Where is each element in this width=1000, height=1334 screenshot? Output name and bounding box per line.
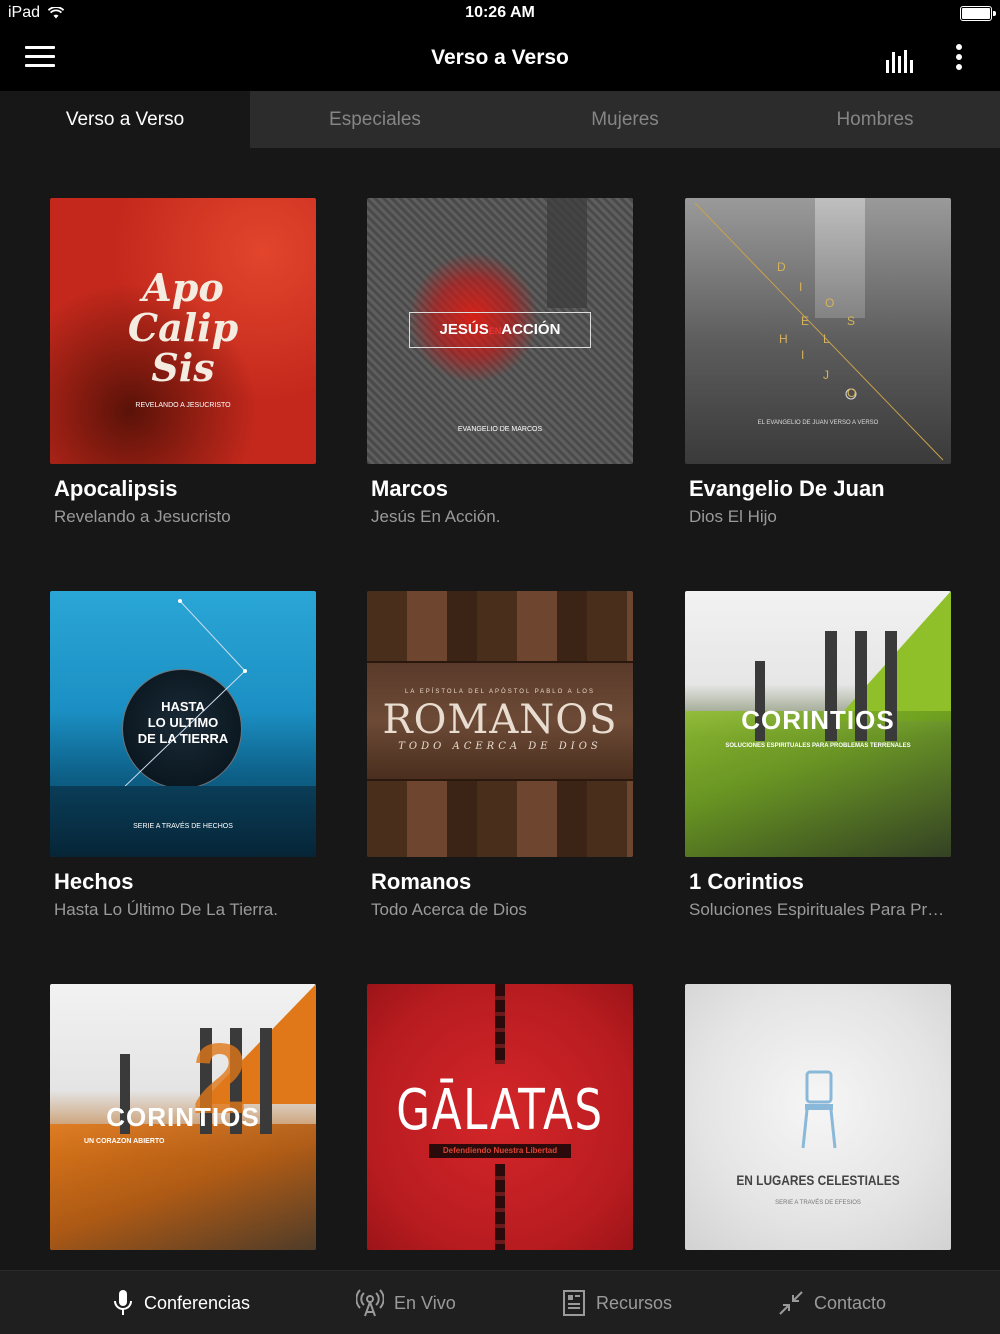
cover-text-line: ACCIÓN [501,321,561,338]
tab-mujeres[interactable]: Mujeres [500,91,750,148]
cover-text-line: EN [488,326,502,336]
tab-verso-a-verso[interactable]: Verso a Verso [0,91,250,148]
series-subtitle: Dios El Hijo [689,507,777,526]
cover-letter: O [847,386,857,400]
bottom-tab-bar: Conferencias En Vivo Recursos Contacto [0,1270,1000,1334]
cover-letter: D [777,260,786,274]
status-bar: iPad 10:26 AM [0,0,1000,28]
series-title: Marcos [371,476,449,501]
series-card-efesios[interactable]: EN LUGARES CELESTIALES SERIE A TRAVÉS DE… [685,984,951,1250]
nav-label: Contacto [814,1292,887,1313]
series-title: 1 Corintios [689,869,804,894]
cover-text-line: CORINTIOS [106,1102,260,1132]
cover-caption: Defendiendo Nuestra Libertad [429,1144,571,1158]
cover-letter: I [799,280,803,294]
series-subtitle: Hasta Lo Último De La Tierra. [54,900,278,919]
category-tabs: Verso a Verso Especiales Mujeres Hombres [0,91,1000,148]
cover-letter: I [801,348,805,362]
cover-apocalipsis: Apo Calip Sis REVELANDO A JESUCRISTO [50,198,316,464]
cover-text-line: GĀLATAS [396,1078,604,1143]
cover-letter: J [823,368,829,382]
cover-caption: SERIE A TRAVÉS DE EFESIOS [775,1200,861,1206]
equalizer-icon [886,50,913,73]
series-title: Evangelio De Juan [689,476,885,501]
cover-1-corintios: CORINTIOS SOLUCIONES ESPIRITUALES PARA P… [685,591,951,857]
series-subtitle: Jesús En Acción. [371,507,501,526]
tab-especiales[interactable]: Especiales [250,91,500,148]
nav-recursos[interactable]: Recursos [562,1271,672,1334]
cover-text-line: Sis [151,345,215,390]
nav-conferencias[interactable]: Conferencias [112,1271,250,1334]
series-grid: Apo Calip Sis REVELANDO A JESUCRISTO Apo… [0,148,1000,1270]
cover-marcos: JESÚSENACCIÓN EVANGELIO DE MARCOS [367,198,633,464]
cover-caption: REVELANDO A JESUCRISTO [135,402,231,409]
cover-hechos: HASTA LO ULTIMO DE LA TIERRA SERIE A TRA… [50,591,316,857]
nav-label: Conferencias [144,1292,251,1313]
cover-caption: UN CORAZON ABIERTO [84,1138,165,1145]
series-subtitle: Todo Acerca de Dios [371,900,527,919]
series-card-2-corintios[interactable]: 2 CORINTIOS UN CORAZON ABIERTO [50,984,316,1250]
broadcast-icon [356,1289,384,1317]
cover-text-line: TODO ACERCA DE DIOS [398,741,602,752]
equalizer-button[interactable] [884,48,918,74]
nav-label: Recursos [596,1292,673,1313]
nav-en-vivo[interactable]: En Vivo [356,1271,456,1334]
cover-evangelio-de-juan: D I O S E L H I J O EL EVANGELIO DE JUAN… [685,198,951,464]
cover-text-line: ROMANOS [382,697,618,743]
cover-letter: L [823,332,830,346]
cover-caption: EL EVANGELIO DE JUAN VERSO A VERSO [757,420,879,426]
series-card-marcos[interactable]: JESÚSENACCIÓN EVANGELIO DE MARCOS Marcos… [367,198,633,527]
series-card-evangelio-de-juan[interactable]: D I O S E L H I J O EL EVANGELIO DE JUAN… [685,198,951,527]
nav-label: En Vivo [394,1292,456,1313]
more-options-button[interactable] [948,44,970,74]
series-title: Romanos [371,869,472,894]
tab-hombres[interactable]: Hombres [750,91,1000,148]
cover-letter: S [847,314,856,328]
cover-caption: SERIE A TRAVÉS DE HECHOS [133,823,233,830]
cover-text-line: Apo [142,265,224,310]
series-card-romanos[interactable]: LA EPÍSTOLA DEL APÓSTOL PABLO A LOS ROMA… [367,591,633,920]
status-time: 10:26 AM [465,4,535,21]
cover-caption: SOLUCIONES ESPIRITUALES PARA PROBLEMAS T… [725,743,911,749]
series-title: Apocalipsis [54,476,178,501]
cover-text-line: Calip [127,305,239,350]
series-card-1-corintios[interactable]: CORINTIOS SOLUCIONES ESPIRITUALES PARA P… [685,591,951,920]
cover-caption: EVANGELIO DE MARCOS [457,426,543,433]
chair-illustration [801,1070,837,1149]
nav-contacto[interactable]: Contacto [778,1271,886,1334]
newspaper-icon [563,1290,585,1316]
page-title: Verso a Verso [431,46,569,69]
cover-text-line: EN LUGARES CELESTIALES [736,1172,900,1188]
cover-2-corintios: 2 CORINTIOS UN CORAZON ABIERTO [50,984,316,1250]
series-card-apocalipsis[interactable]: Apo Calip Sis REVELANDO A JESUCRISTO Apo… [50,198,316,527]
cover-text-line: DE LA TIERRA [137,731,229,746]
cover-text-line: HASTA [161,699,205,714]
cover-letter: O [825,296,835,310]
contact-arrows-icon [779,1291,803,1315]
cover-text-line: LO ULTIMO [147,715,219,730]
microphone-icon [114,1290,132,1315]
cover-letter: H [779,332,788,346]
cover-efesios: EN LUGARES CELESTIALES SERIE A TRAVÉS DE… [685,984,951,1250]
series-card-galatas[interactable]: GĀLATAS Defendiendo Nuestra Libertad [367,984,633,1250]
series-title: Hechos [54,869,134,894]
series-subtitle: Soluciones Espirituales Para Problemas T… [689,900,947,919]
series-card-hechos[interactable]: HASTA LO ULTIMO DE LA TIERRA SERIE A TRA… [50,591,316,920]
cover-text-line: CORINTIOS [741,705,895,735]
cover-letter: E [801,314,810,328]
cover-text-line: JESÚS [439,321,489,338]
app-header: Verso a Verso [0,28,1000,91]
cover-caption: LA EPÍSTOLA DEL APÓSTOL PABLO A LOS [405,689,595,695]
battery-icon [960,6,996,21]
series-subtitle: Revelando a Jesucristo [54,507,231,526]
cover-galatas: GĀLATAS Defendiendo Nuestra Libertad [367,984,633,1250]
cover-romanos: LA EPÍSTOLA DEL APÓSTOL PABLO A LOS ROMA… [367,591,633,857]
